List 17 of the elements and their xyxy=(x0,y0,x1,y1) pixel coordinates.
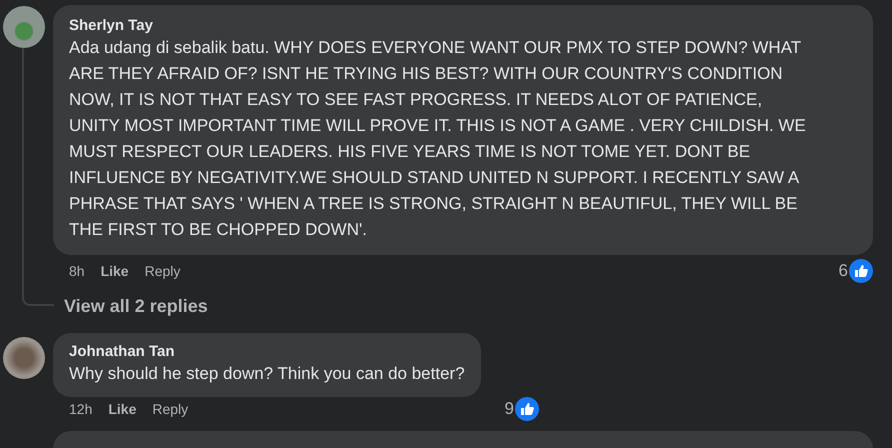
reply-link[interactable]: Reply xyxy=(144,263,180,279)
author-name[interactable]: Sherlyn Tay xyxy=(69,17,857,35)
timestamp[interactable]: 12h xyxy=(69,401,92,417)
avatar[interactable] xyxy=(3,337,45,379)
thumbs-up-icon xyxy=(849,259,873,283)
author-name[interactable]: Johnathan Tan xyxy=(69,343,465,361)
timestamp[interactable]: 8h xyxy=(69,263,85,279)
reply-link[interactable]: Reply xyxy=(152,401,188,417)
like-count: 6 xyxy=(838,261,848,281)
view-replies-link[interactable]: View all 2 replies xyxy=(64,296,208,316)
thumbs-up-icon xyxy=(515,397,539,421)
avatar[interactable] xyxy=(3,6,45,48)
like-link[interactable]: Like xyxy=(108,401,136,417)
comment-text: Ada udang di sebalik batu. WHY DOES EVERYONE WANT OUR PMX TO STEP DOWN? WHAT ARE THEY AFRAID OF? ISNT HE TRYING HIS BEST? WITH OUR COUNTRY'S CONDITION NOW, IT IS NOT THAT EASY TO SEE FAST PROGRESS. IT NEEDS ALOT OF PATIENCE, UNITY MOST IMPORTANT TIME WILL PROVE IT. THIS IS NOT A GAME . VERY CHILDISH. WE MUST RESPECT OUR LEADERS. HIS FIVE YEARS TIME IS NOT TOME YET. DONT BE INFLUENCE BY NEGATIVITY.WE SHOULD STAND UNITED N SUPPORT. I RECENTLY SAW A PHRASE THAT SAYS ' WHEN A TREE IS STRONG, STRAIGHT N BEAUTIFUL, THEY WILL BE THE FIRST TO BE CHOPPED DOWN'. xyxy=(69,37,807,241)
comment-text: Why should he step down? Think you can do better? xyxy=(69,363,465,385)
like-count: 9 xyxy=(504,399,514,419)
like-link[interactable]: Like xyxy=(100,263,129,279)
